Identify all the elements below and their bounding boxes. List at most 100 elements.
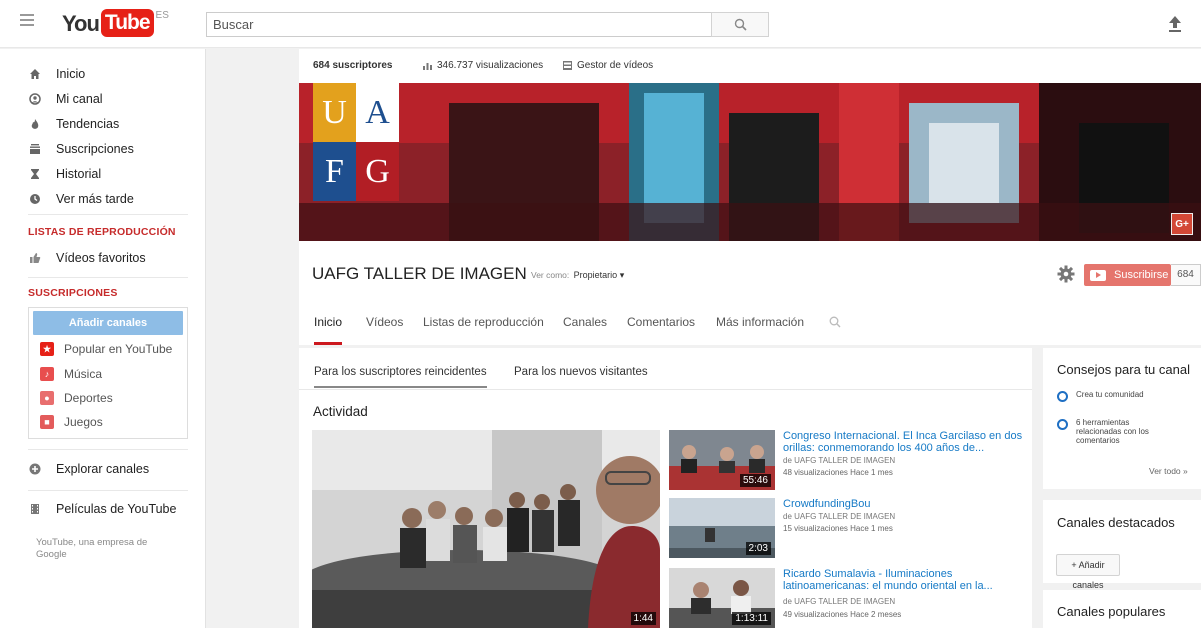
video-duration: 55:46 [739,474,771,487]
sidebar-item-inicio[interactable]: Inicio [28,63,85,85]
sidebar-item-ver-mas-tarde[interactable]: Ver más tarde [28,188,134,210]
sidebar-item-label: Vídeos favoritos [56,251,146,265]
featured-video[interactable]: 1:44 [312,430,660,628]
logo-letter: U [313,83,356,142]
sidebar-item-mi-canal[interactable]: Mi canal [28,88,103,110]
video-item: 1:13:11 Ricardo Sumalavia - Iluminacione… [669,568,1029,628]
activity-heading: Actividad [313,404,368,419]
tab-inicio[interactable]: Inicio [314,315,343,345]
tab-canales[interactable]: Canales [563,315,607,345]
sidebar-item-historial[interactable]: Historial [28,163,101,185]
view-count-text: 346.737 visualizaciones [437,60,544,71]
subtab-returning-subscribers[interactable]: Para los suscriptores reincidentes [314,366,487,388]
channel-stats-bar: 684 suscriptores 346.737 visualizaciones… [299,49,1201,83]
sidebar-item-deportes[interactable]: ● Deportes [40,388,113,408]
thumbs-up-icon [28,251,42,265]
channel-tips-title: Consejos para tu canal [1057,362,1190,377]
tab-mas-informacion[interactable]: Más información [716,315,804,345]
video-manager-link[interactable]: Gestor de vídeos [563,60,653,71]
home-icon [28,67,42,81]
tip-label: 6 herramientas relacionadas con los come… [1076,418,1149,445]
google-plus-link[interactable]: G+ [1171,213,1193,235]
video-duration: 1:44 [630,612,656,625]
subscriptions-heading: SUSCRIPCIONES [28,287,118,299]
featured-video-thumbnail [312,430,660,628]
video-title-link[interactable]: Congreso Internacional. El Inca Garcilas… [783,430,1023,454]
sidebar-item-label: Suscripciones [56,142,134,156]
subtab-new-visitors[interactable]: Para los nuevos visitantes [514,366,648,388]
film-icon [28,502,42,516]
video-title-link[interactable]: Ricardo Sumalavia - Iluminaciones latino… [783,568,1023,592]
sidebar-item-suscripciones[interactable]: Suscripciones [28,138,134,160]
channel-title[interactable]: UAFG TALLER DE IMAGEN [312,264,527,284]
add-featured-channels-button[interactable]: + Añadir canales [1056,554,1120,590]
sidebar-item-popular[interactable]: ★ Popular en YouTube [40,339,172,359]
music-icon: ♪ [40,367,54,381]
subscriptions-icon [28,142,42,156]
video-meta: 15 visualizaciones Hace 1 mes [783,524,893,533]
sidebar-item-label: Películas de YouTube [56,502,177,516]
tab-listas[interactable]: Listas de reproducción [423,315,544,345]
sidebar-item-tendencias[interactable]: Tendencias [28,113,119,135]
sidebar-item-musica[interactable]: ♪ Música [40,364,102,384]
video-thumbnail[interactable]: 2:03 [669,498,775,558]
sidebar-item-peliculas[interactable]: Películas de YouTube [28,498,176,520]
search-icon [734,18,747,31]
video-duration: 2:03 [745,542,771,555]
sidebar-item-label: Deportes [64,391,113,405]
channel-page: 684 suscriptores 346.737 visualizaciones… [299,49,1201,628]
popular-channels-title: Canales populares [1057,604,1166,619]
see-all-link[interactable]: Ver todo » [1149,466,1188,476]
video-title-link[interactable]: CrowdfundingBou [783,498,1023,510]
tab-videos[interactable]: Vídeos [366,315,403,345]
gamepad-icon: ■ [40,415,54,429]
clock-icon [28,192,42,206]
sidebar-item-explorar[interactable]: Explorar canales [28,458,149,480]
logo-letter: F [313,142,356,201]
video-duration: 1:13:11 [732,612,771,625]
logo-letter: A [356,83,399,142]
sidebar-item-favorites[interactable]: Vídeos favoritos [28,247,146,269]
sidebar-footer: YouTube, una empresa de Google [36,537,148,560]
circle-icon [1057,419,1068,430]
tip-item[interactable]: Crea tu comunidad [1057,390,1156,402]
menu-icon[interactable] [20,14,34,26]
youtube-play-icon [1090,269,1106,281]
video-thumbnail[interactable]: 1:13:11 [669,568,775,628]
view-as: Ver como: Propietario ▾ [531,270,624,281]
subscribe-button[interactable]: Suscribirse [1084,264,1171,286]
sidebar-item-label: Inicio [56,67,86,81]
search-icon[interactable] [829,316,841,328]
youtube-logo[interactable]: You Tube ES [62,9,169,39]
video-thumbnail[interactable]: 55:46 [669,430,775,490]
sidebar-item-label: Historial [56,167,102,181]
sidebar-divider [28,449,188,450]
upload-icon[interactable] [1166,14,1184,34]
user-icon [28,92,42,106]
channel-header: UAFG TALLER DE IMAGEN Ver como: Propieta… [299,241,1201,345]
view-as-value: Propietario [573,270,618,280]
featured-channels-title: Canales destacados [1057,515,1175,530]
sidebar: Inicio Mi canal Tendencias Suscripciones… [0,49,206,628]
video-manager-icon [563,61,572,70]
add-channels-button[interactable]: Añadir canales [33,311,183,335]
tab-comentarios[interactable]: Comentarios [627,315,695,345]
featured-channels-card: Canales destacados + Añadir canales [1043,500,1201,590]
sidebar-item-juegos[interactable]: ■ Juegos [40,412,103,432]
video-item: 2:03 CrowdfundingBou de UAFG TALLER DE I… [669,498,1029,562]
top-bar: You Tube ES [0,0,1201,48]
video-author: de UAFG TALLER DE IMAGEN [783,512,896,521]
view-as-dropdown[interactable]: Propietario ▾ [574,270,625,280]
tip-item[interactable]: 6 herramientas relacionadas con los come… [1057,418,1156,445]
video-author: de UAFG TALLER DE IMAGEN [783,456,896,465]
view-count: 346.737 visualizaciones [423,60,543,71]
search-input[interactable] [206,12,711,37]
channel-banner: U A F G G+ [299,83,1201,241]
star-icon: ★ [40,342,54,356]
sidebar-item-label: Juegos [64,415,103,429]
subscriber-count-text: 684 suscriptores [313,60,393,71]
logo-letter: G [356,142,399,201]
search-button[interactable] [711,12,769,37]
gear-icon[interactable] [1057,265,1075,283]
sidebar-divider [28,277,188,278]
